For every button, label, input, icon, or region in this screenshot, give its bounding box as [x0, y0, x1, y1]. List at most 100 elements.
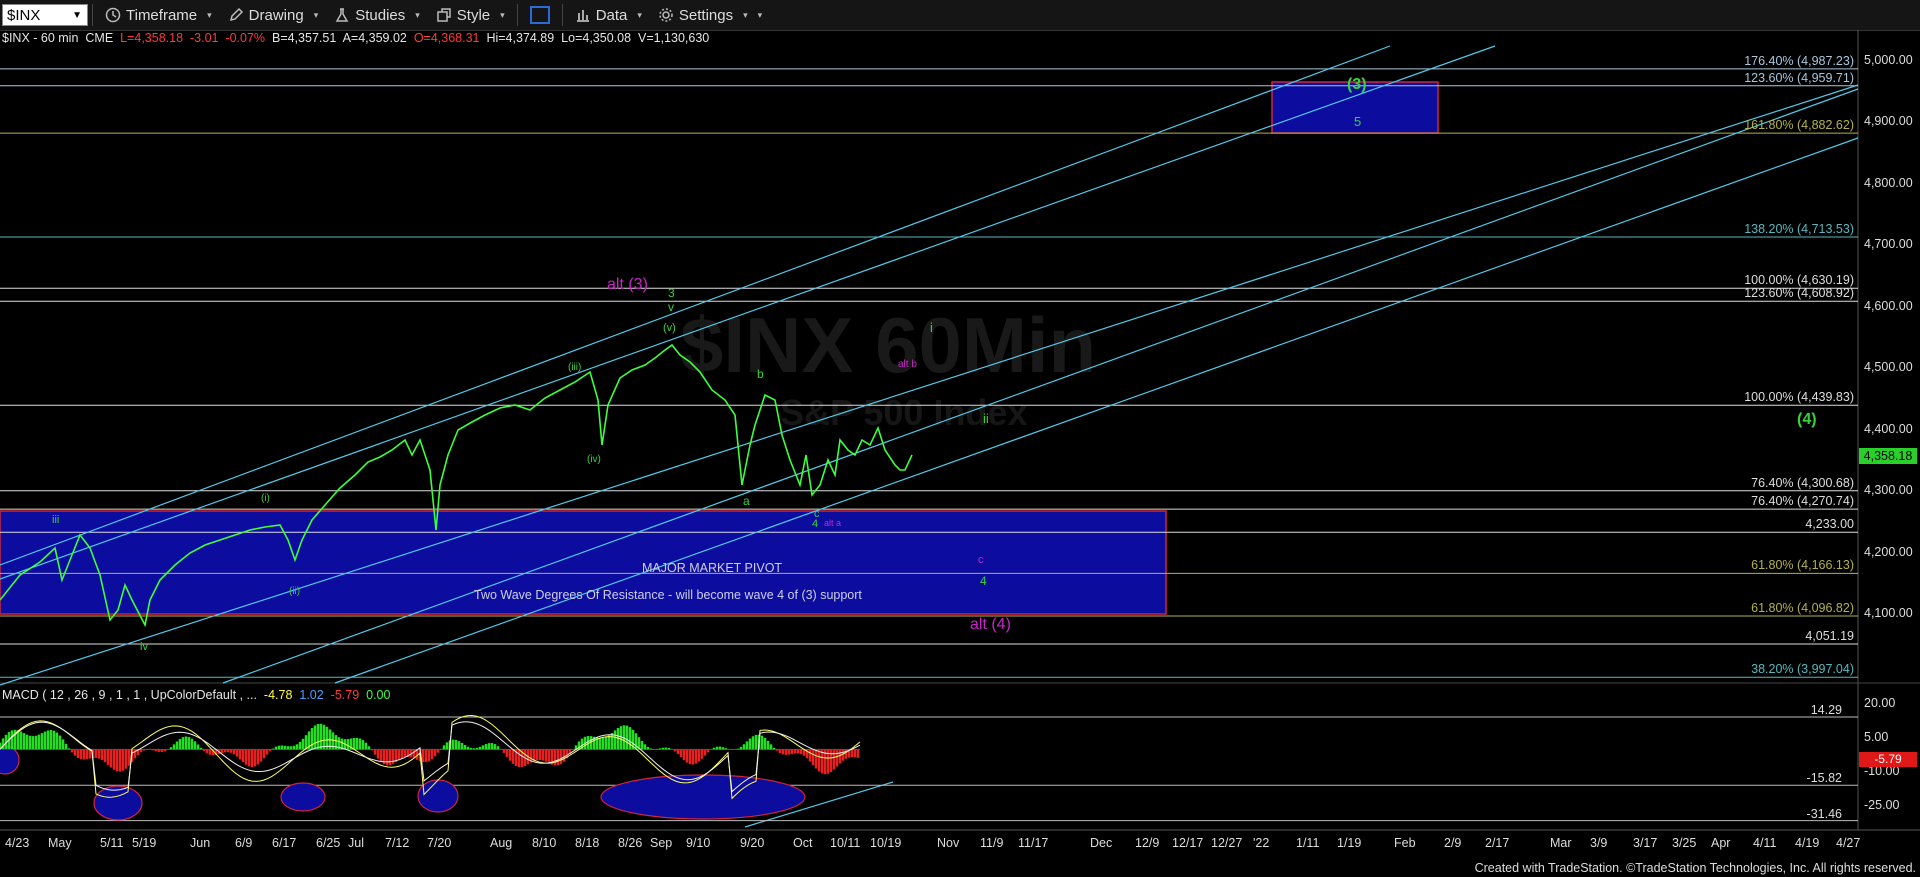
footer-credit: Created with TradeStation. ©TradeStation…: [1474, 861, 1916, 875]
current-price-text: 4,358.18: [1863, 449, 1913, 463]
time-tick-label: 4/23: [5, 836, 30, 850]
time-tick-label: 4/19: [1795, 836, 1820, 850]
price-tick-label: 5,000.00: [1864, 53, 1913, 67]
level-label: 38.20% (3,997.04): [1751, 662, 1854, 677]
wave-iii-paren-label: (iii): [568, 362, 582, 373]
time-tick-label: Jul: [348, 836, 364, 850]
time-tick-label: 8/10: [532, 836, 557, 850]
time-tick-label: 12/27: [1211, 836, 1243, 850]
wave-ii-label: ii: [983, 411, 989, 426]
macd-value-3: -5.79: [330, 688, 360, 702]
macd-level-label: 14.29: [1810, 702, 1842, 717]
price-tick-label: 4,700.00: [1864, 237, 1913, 252]
level-label: 61.80% (4,096.82): [1751, 600, 1854, 615]
level-label: 61.80% (4,166.13): [1751, 558, 1854, 573]
macd-divergence-ellipse: [600, 774, 806, 820]
time-tick-label: 6/9: [235, 836, 253, 850]
wave-4-green-label: 4: [980, 574, 987, 588]
macd-value-1: -4.78: [263, 688, 293, 702]
level-label: 76.40% (4,300.68): [1751, 475, 1854, 490]
time-tick-label: 2/17: [1485, 836, 1510, 850]
time-tick-label: 6/17: [272, 836, 297, 850]
time-tick-label: Mar: [1550, 836, 1572, 850]
wave-iv-label: iv: [140, 641, 148, 653]
alt-4-label: alt (4): [970, 616, 1011, 633]
time-tick-label: 3/9: [1590, 836, 1608, 850]
macd-divergence-ellipse: [93, 785, 143, 821]
macd-divergence-ellipse: [417, 779, 459, 813]
time-tick-label: 1/11: [1296, 836, 1320, 850]
macd-divergence-ellipse: [280, 782, 326, 812]
time-tick-label: 12/9: [1135, 836, 1160, 850]
wave-ii-paren-label: (ii): [289, 586, 301, 597]
wave-4-small-label: 4: [812, 518, 819, 530]
time-tick-label: May: [48, 836, 72, 850]
time-tick-label: 1/19: [1337, 836, 1362, 850]
time-tick-label: Apr: [1711, 836, 1731, 850]
time-tick-label: 3/25: [1672, 836, 1697, 850]
alt-b-label: alt b: [898, 359, 917, 370]
wave-iii-label: iii: [52, 514, 60, 526]
price-tick-label: 4,200.00: [1864, 544, 1913, 559]
wave-v-label: v: [668, 300, 674, 314]
wave-c-purple-label: c: [978, 554, 984, 566]
wave-5-label: 5: [1354, 114, 1362, 129]
wave-3-small-label: 3: [668, 286, 675, 300]
time-tick-label: 4/27: [1836, 836, 1861, 850]
macd-current-marker: -5.79: [1859, 752, 1917, 767]
channel-line: [0, 45, 1391, 566]
time-tick-label: Feb: [1394, 836, 1416, 850]
wave-3-target-label: (3): [1347, 76, 1367, 93]
macd-pane: [0, 715, 1858, 822]
time-tick-label: 9/20: [740, 836, 765, 850]
level-label: 100.00% (4,439.83): [1744, 390, 1854, 405]
macd-tick-label: 5.00: [1864, 730, 1889, 744]
time-tick-label: Dec: [1090, 836, 1113, 850]
wave-iv-paren-label: (iv): [587, 454, 601, 465]
level-label: 76.40% (4,270.74): [1751, 494, 1854, 509]
macd-tick-label: -25.00: [1864, 798, 1900, 812]
level-label: 4,051.19: [1805, 628, 1854, 643]
time-tick-label: 8/18: [575, 836, 600, 850]
price-chart[interactable]: [0, 0, 1920, 877]
macd-tick-label: 20.00: [1864, 696, 1896, 710]
macd-label: MACD ( 12 , 26 , 9 , 1 , 1 , UpColorDefa…: [2, 688, 257, 702]
time-tick-label: 9/10: [686, 836, 711, 850]
time-tick-label: Aug: [490, 836, 513, 850]
pivot-subtitle: Two Wave Degrees Of Resistance - will be…: [474, 588, 862, 602]
price-tick-label: 4,400.00: [1864, 421, 1913, 436]
price-tick-label: 4,100.00: [1864, 606, 1913, 620]
trend-channels: [0, 45, 1859, 828]
time-tick-label: 10/19: [870, 836, 902, 850]
level-label: 123.60% (4,959.71): [1744, 70, 1854, 85]
wave-v-paren-label: (v): [663, 322, 676, 334]
time-tick-label: 12/17: [1172, 836, 1204, 850]
time-tick-label: 11/17: [1018, 836, 1049, 850]
wave-4-label: (4): [1797, 411, 1817, 428]
time-tick-label: 3/17: [1633, 836, 1658, 850]
price-tick-label: 4,600.00: [1864, 298, 1913, 313]
time-tick-label: 10/11: [830, 836, 861, 850]
time-tick-label: 7/20: [427, 836, 452, 850]
time-tick-label: 4/11: [1753, 836, 1777, 850]
price-tick-label: 4,300.00: [1864, 483, 1913, 498]
time-tick-label: 7/12: [385, 836, 410, 850]
price-tick-label: 4,500.00: [1864, 360, 1913, 375]
wave-i-paren-label: (i): [261, 493, 270, 504]
alt-a-label: alt a: [824, 518, 842, 528]
level-label: 138.20% (4,713.53): [1744, 222, 1854, 237]
price-tick-label: 4,900.00: [1864, 114, 1913, 129]
pivot-title: MAJOR MARKET PIVOT: [642, 561, 783, 575]
wave-a-label: a: [743, 494, 750, 508]
time-tick-label: Oct: [793, 836, 813, 850]
macd-divergence-ellipse: [0, 745, 20, 775]
macd-info: MACD ( 12 , 26 , 9 , 1 , 1 , UpColorDefa…: [2, 688, 390, 702]
time-tick-label: 5/19: [132, 836, 157, 850]
macd-current-text: -5.79: [1874, 752, 1902, 766]
time-tick-label: 2/9: [1444, 836, 1462, 850]
level-label: 4,233.00: [1805, 517, 1854, 532]
wave-b-label: b: [757, 367, 764, 381]
level-label: 176.40% (4,987.23): [1744, 53, 1854, 68]
macd-value-4: 0.00: [366, 688, 391, 702]
current-price-marker: 4,358.18: [1859, 448, 1917, 464]
